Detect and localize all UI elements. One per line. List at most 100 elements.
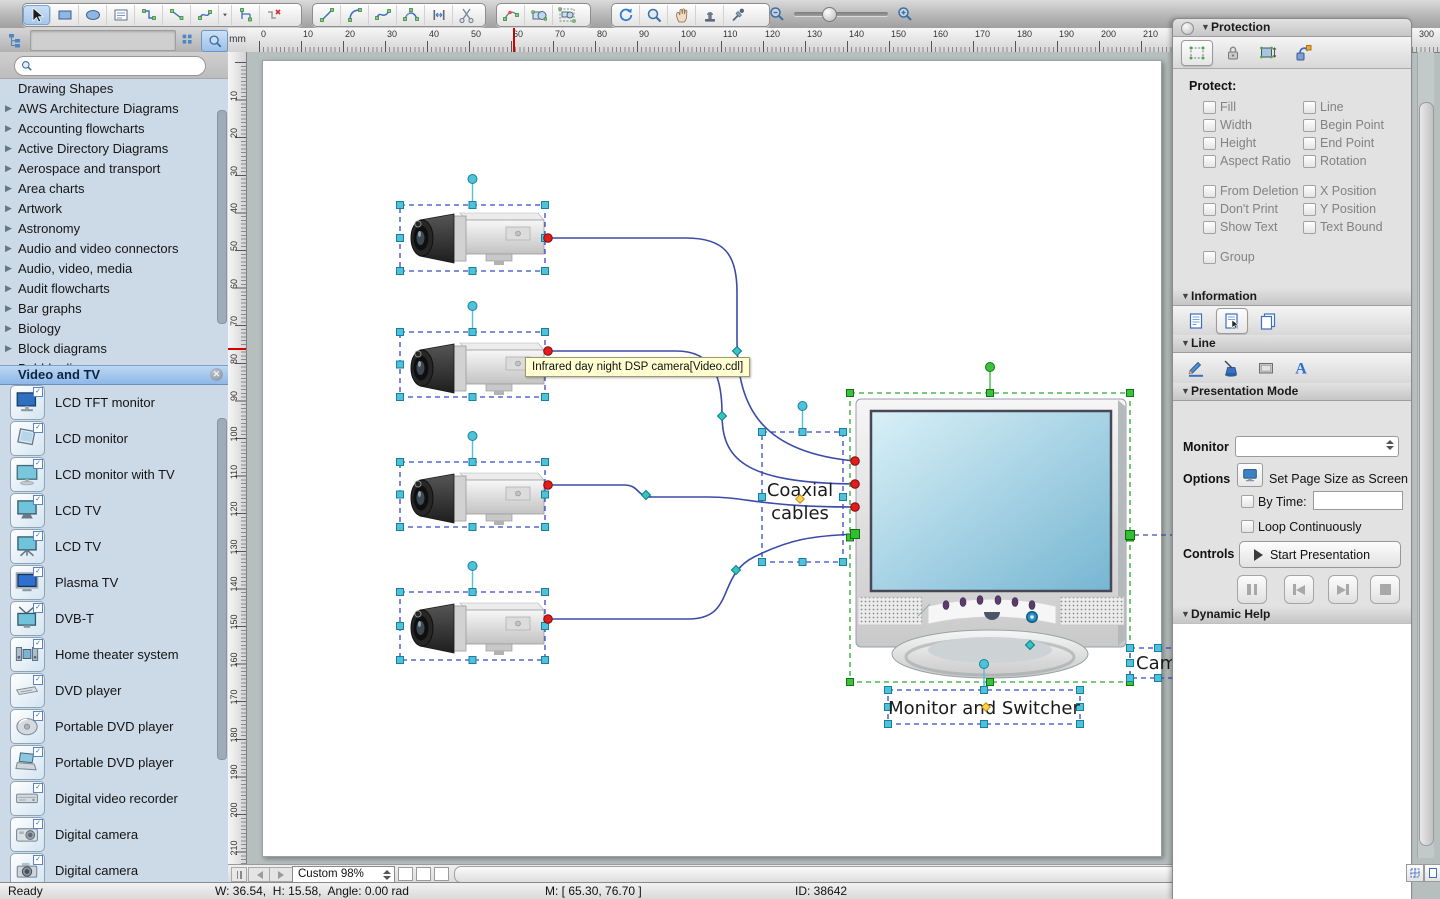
protect-checkbox-group[interactable] bbox=[1203, 251, 1216, 264]
protect-checkbox-fill[interactable] bbox=[1203, 101, 1216, 114]
library-category-row[interactable]: ▶Bar graphs bbox=[0, 298, 228, 318]
selection-handle[interactable] bbox=[469, 394, 476, 401]
protection-header[interactable]: ▼Protection bbox=[1173, 19, 1411, 37]
selection-handle[interactable] bbox=[397, 657, 404, 664]
selection-handle[interactable] bbox=[397, 361, 404, 368]
selection-handle[interactable] bbox=[397, 623, 404, 630]
shape-info-icon[interactable] bbox=[1181, 309, 1211, 333]
protect-checkbox-text-bound[interactable] bbox=[1303, 221, 1316, 234]
next-page-button[interactable] bbox=[269, 867, 293, 882]
selection-handle[interactable] bbox=[397, 394, 404, 401]
selection-handle[interactable] bbox=[469, 459, 476, 466]
selection-handle[interactable] bbox=[469, 268, 476, 275]
library-item-row[interactable]: LCD monitor with TV bbox=[0, 456, 228, 492]
lcd-tv-b-icon[interactable] bbox=[10, 529, 45, 564]
selection-handle[interactable] bbox=[759, 494, 766, 501]
selection-handle[interactable] bbox=[469, 202, 476, 209]
tree-view-icon[interactable] bbox=[3, 30, 29, 50]
library-category-row[interactable]: ▶Artwork bbox=[0, 198, 228, 218]
cctv-camera-3[interactable] bbox=[411, 473, 544, 525]
library-category-row[interactable]: ▶Bubble diagrams bbox=[0, 358, 228, 365]
line-header[interactable]: ▼Line bbox=[1173, 335, 1411, 353]
selection-handle[interactable] bbox=[397, 329, 404, 336]
protect-checkbox-line[interactable] bbox=[1303, 101, 1316, 114]
selection-handle[interactable] bbox=[981, 687, 988, 694]
library-scrollbar[interactable] bbox=[217, 418, 227, 760]
disclosure-triangle-icon[interactable]: ▶ bbox=[0, 103, 17, 114]
library-category-row[interactable]: ▶Aerospace and transport bbox=[0, 158, 228, 178]
direct-connector-icon[interactable] bbox=[163, 5, 191, 25]
disclosure-triangle-icon[interactable]: ▶ bbox=[0, 303, 17, 314]
reshape-icon[interactable] bbox=[497, 5, 525, 25]
cursor-icon[interactable] bbox=[23, 5, 51, 25]
unprotect-icon[interactable] bbox=[1288, 41, 1318, 65]
selection-handle[interactable] bbox=[885, 687, 892, 694]
eyedropper-icon[interactable] bbox=[724, 5, 751, 25]
library-item-row[interactable]: LCD TFT monitor bbox=[0, 384, 228, 420]
selection-handle[interactable] bbox=[397, 589, 404, 596]
dvbt-icon[interactable] bbox=[10, 601, 45, 636]
distribute-icon[interactable] bbox=[425, 5, 453, 25]
ellipse-icon[interactable] bbox=[79, 5, 107, 25]
elbow-connector-icon[interactable] bbox=[135, 5, 163, 25]
monitor-shape[interactable] bbox=[856, 399, 1126, 678]
rotation-handle[interactable] bbox=[468, 432, 477, 441]
protect-checkbox-begin-point[interactable] bbox=[1303, 119, 1316, 132]
selection-handle[interactable] bbox=[759, 429, 766, 436]
selection-handle[interactable] bbox=[542, 202, 549, 209]
disclosure-triangle-icon[interactable]: ▶ bbox=[0, 323, 17, 334]
selection-handle[interactable] bbox=[1127, 645, 1134, 652]
protect-checkbox-don-t-print[interactable] bbox=[1203, 203, 1216, 216]
combine-icon[interactable] bbox=[525, 5, 553, 25]
library-category-row[interactable]: Drawing Shapes bbox=[0, 78, 228, 98]
close-icon[interactable]: ✕ bbox=[210, 368, 223, 381]
protect-checkbox-end-point[interactable] bbox=[1303, 137, 1316, 150]
selection-handle[interactable] bbox=[397, 524, 404, 531]
lcd-mon-tv-icon[interactable] bbox=[10, 457, 45, 492]
selection-handle[interactable] bbox=[542, 459, 549, 466]
selection-handle[interactable] bbox=[759, 559, 766, 566]
zoom-slider[interactable] bbox=[794, 12, 888, 16]
pdvd2-icon[interactable] bbox=[10, 745, 45, 780]
library-item-row[interactable]: Digital camera bbox=[0, 852, 228, 882]
lcd-mon-icon[interactable] bbox=[10, 421, 45, 456]
selection-handle[interactable] bbox=[469, 657, 476, 664]
coax-label-line2[interactable]: cables bbox=[771, 503, 829, 524]
curve-connector-icon[interactable] bbox=[191, 5, 219, 25]
selection-handle[interactable] bbox=[542, 394, 549, 401]
camera-label-partial-text[interactable]: Cam bbox=[1136, 653, 1177, 674]
selection-handle[interactable] bbox=[542, 524, 549, 531]
disclosure-triangle-icon[interactable]: ▶ bbox=[0, 163, 17, 174]
selection-handle[interactable] bbox=[847, 390, 854, 397]
selection-handle[interactable] bbox=[840, 494, 847, 501]
hand-icon[interactable] bbox=[668, 5, 696, 25]
theater-icon[interactable] bbox=[10, 637, 45, 672]
selection-handle[interactable] bbox=[987, 390, 994, 397]
search-icon[interactable] bbox=[201, 30, 228, 52]
tree-connector-icon[interactable] bbox=[232, 5, 260, 25]
protect-checkbox-width[interactable] bbox=[1203, 119, 1216, 132]
search-input[interactable] bbox=[37, 58, 201, 74]
rotation-handle[interactable] bbox=[986, 363, 995, 372]
disclosure-triangle-icon[interactable]: ▶ bbox=[0, 223, 17, 234]
information-header[interactable]: ▼Information bbox=[1173, 288, 1411, 306]
library-item-row[interactable]: Digital video recorder bbox=[0, 780, 228, 816]
rotation-handle[interactable] bbox=[468, 302, 477, 311]
selection-handle[interactable] bbox=[397, 202, 404, 209]
selection-handle[interactable] bbox=[1155, 645, 1162, 652]
rotation-handle[interactable] bbox=[980, 660, 989, 669]
library-category-row[interactable]: ▶Area charts bbox=[0, 178, 228, 198]
disclosure-triangle-icon[interactable]: ▶ bbox=[0, 263, 17, 274]
zoom-in-icon[interactable] bbox=[896, 5, 914, 23]
library-item-row[interactable]: LCD monitor bbox=[0, 420, 228, 456]
selection-handle[interactable] bbox=[799, 559, 806, 566]
library-item-row[interactable]: Digital camera bbox=[0, 816, 228, 852]
disclosure-triangle-icon[interactable]: ▶ bbox=[0, 243, 17, 254]
line-icon[interactable] bbox=[313, 5, 341, 25]
selection-handle[interactable] bbox=[847, 679, 854, 686]
panel-close-icon[interactable] bbox=[1181, 22, 1194, 35]
set-page-size-button[interactable] bbox=[1237, 463, 1263, 487]
search-box[interactable] bbox=[14, 56, 206, 76]
rotation-handle[interactable] bbox=[468, 175, 477, 184]
refresh-icon[interactable] bbox=[612, 5, 640, 25]
